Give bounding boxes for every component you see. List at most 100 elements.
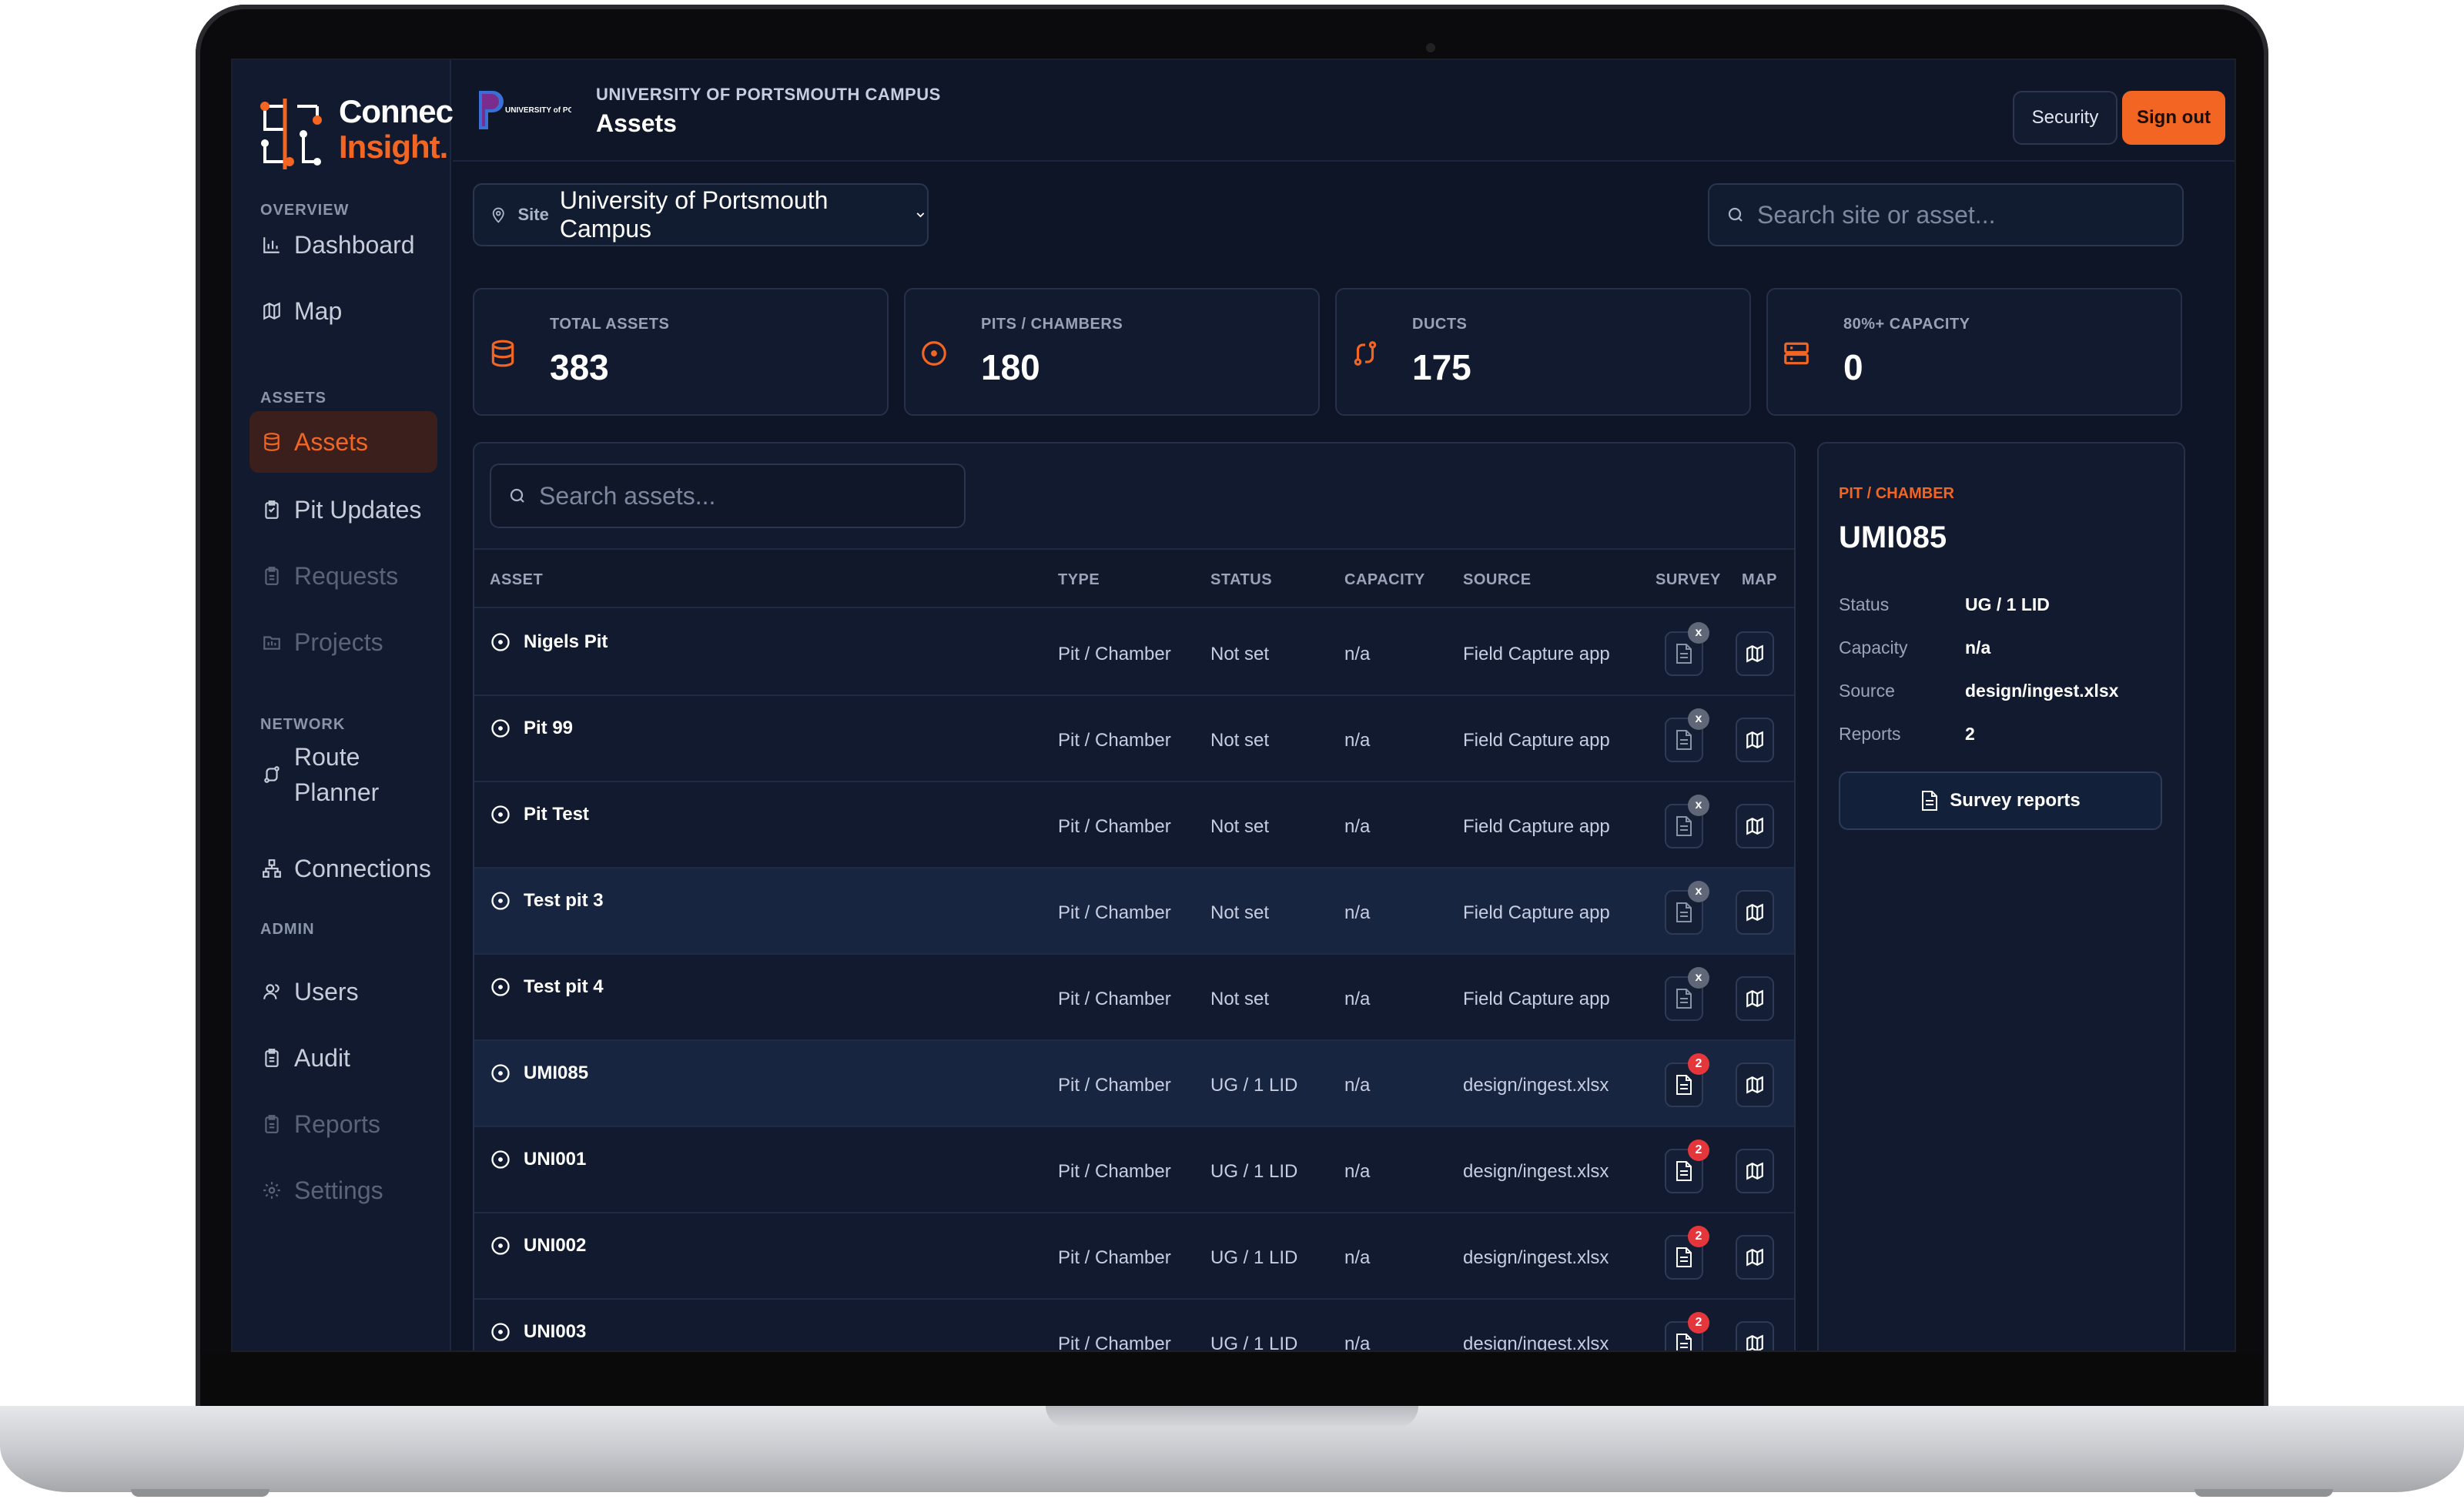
table-row[interactable]: Test pit 4 Pit / Chamber Not set n/a Field C…	[474, 955, 1794, 1041]
sidebar-item-connections[interactable]: Connections	[249, 838, 437, 899]
detail-title: UMI085	[1839, 520, 1947, 554]
table-row[interactable]: UNI002 Pit / Chamber UG / 1 LID n/a design/i…	[474, 1213, 1794, 1300]
sidebar-item-map[interactable]: Map	[249, 280, 437, 342]
cell-capacity: n/a	[1344, 1247, 1371, 1268]
map-button[interactable]	[1736, 631, 1774, 676]
column-header-capacity[interactable]: CAPACITY	[1344, 571, 1425, 589]
brand-logo[interactable]: Connect Insight.	[259, 83, 464, 176]
survey-button[interactable]: x	[1665, 967, 1709, 1021]
cell-asset: UNI002	[490, 1235, 586, 1257]
sidebar-item-projects[interactable]: Projects	[249, 611, 437, 673]
laptop-foot-right	[2194, 1489, 2333, 1497]
cell-asset: Nigels Pit	[490, 631, 608, 653]
stat-value: 175	[1412, 347, 1471, 387]
map-button[interactable]	[1736, 1321, 1774, 1350]
table-row[interactable]: UNI003 Pit / Chamber UG / 1 LID n/a design/i…	[474, 1300, 1794, 1352]
sidebar: Connect Insight. OVERVIEW Dashboard Map …	[233, 60, 464, 1350]
map-icon	[1746, 644, 1763, 663]
map-button[interactable]	[1736, 1063, 1774, 1107]
gear-icon	[263, 1182, 280, 1199]
survey-button[interactable]: x	[1665, 795, 1709, 848]
target-icon	[491, 1150, 510, 1169]
sidebar-item-assets[interactable]: Assets	[249, 411, 437, 473]
table-header: ASSET TYPE STATUS CAPACITY SOURCE SURVEY…	[474, 548, 1794, 608]
security-button[interactable]: Security	[2013, 91, 2118, 145]
survey-button[interactable]: x	[1665, 708, 1709, 762]
nav-section-assets: ASSETS	[260, 390, 327, 407]
stat-card-total-assets: TOTAL ASSETS 383	[473, 288, 889, 416]
site-search-input[interactable]	[1757, 200, 2158, 229]
laptop-notch	[1046, 1406, 1418, 1427]
survey-button[interactable]: 2	[1665, 1226, 1709, 1280]
sidebar-item-pit-updates[interactable]: Pit Updates	[249, 479, 437, 540]
cell-source: Field Capture app	[1463, 644, 1610, 664]
survey-reports-button[interactable]: Survey reports	[1839, 771, 2162, 830]
table-row[interactable]: UNI001 Pit / Chamber UG / 1 LID n/a design/i…	[474, 1127, 1794, 1213]
map-button[interactable]	[1736, 804, 1774, 848]
table-row[interactable]: Test pit 3 Pit / Chamber Not set n/a Field C…	[474, 868, 1794, 955]
map-button[interactable]	[1736, 1235, 1774, 1280]
cell-asset: UMI085	[490, 1063, 588, 1084]
cell-capacity: n/a	[1344, 989, 1371, 1009]
sidebar-item-dashboard[interactable]: Dashboard	[249, 214, 437, 276]
target-icon	[491, 892, 510, 910]
survey-count-badge: 2	[1688, 1226, 1709, 1247]
survey-count-badge: x	[1688, 622, 1709, 644]
column-header-map[interactable]: MAP	[1742, 571, 1777, 589]
column-header-survey[interactable]: SURVEY	[1656, 571, 1721, 589]
cell-status: UG / 1 LID	[1210, 1334, 1298, 1352]
table-row[interactable]: Pit 99 Pit / Chamber Not set n/a Field Captu…	[474, 696, 1794, 782]
cell-status: UG / 1 LID	[1210, 1247, 1298, 1268]
network-icon	[263, 859, 281, 878]
sidebar-item-reports[interactable]: Reports	[249, 1093, 437, 1155]
brand-line2: Insight.	[339, 129, 448, 165]
map-button[interactable]	[1736, 718, 1774, 762]
detail-key: Capacity	[1839, 638, 1908, 658]
clipboard-icon	[265, 500, 279, 519]
sidebar-item-label: Connections	[294, 854, 431, 882]
map-button[interactable]	[1736, 976, 1774, 1021]
column-header-source[interactable]: SOURCE	[1463, 571, 1532, 589]
asset-name: Nigels Pit	[524, 631, 608, 652]
site-search[interactable]	[1708, 183, 2184, 246]
column-header-type[interactable]: TYPE	[1058, 571, 1100, 589]
map-button[interactable]	[1736, 1149, 1774, 1193]
document-icon	[1676, 730, 1692, 750]
sign-out-button[interactable]: Sign out	[2122, 91, 2225, 145]
survey-count-badge: 2	[1688, 1053, 1709, 1075]
asset-name: UNI001	[524, 1149, 587, 1170]
asset-search-input[interactable]	[539, 481, 939, 510]
column-header-status[interactable]: STATUS	[1210, 571, 1272, 589]
survey-button[interactable]: x	[1665, 622, 1709, 676]
cell-type: Pit / Chamber	[1058, 1075, 1171, 1096]
table-row[interactable]: Pit Test Pit / Chamber Not set n/a Field Cap…	[474, 782, 1794, 868]
survey-button[interactable]: x	[1665, 881, 1709, 935]
cell-source: design/ingest.xlsx	[1463, 1075, 1609, 1096]
map-button[interactable]	[1736, 890, 1774, 935]
database-icon	[264, 433, 280, 451]
sidebar-item-users[interactable]: Users	[249, 961, 437, 1022]
survey-button[interactable]: 2	[1665, 1140, 1709, 1193]
survey-button[interactable]: 2	[1665, 1312, 1709, 1350]
site-label: Site	[517, 205, 549, 224]
sidebar-item-settings[interactable]: Settings	[249, 1160, 437, 1221]
route-label-line1: Route	[294, 743, 360, 771]
asset-search[interactable]	[490, 464, 966, 528]
route-icon	[1354, 341, 1377, 366]
survey-button[interactable]: 2	[1665, 1053, 1709, 1107]
detail-value: 2	[1965, 724, 1975, 744]
cell-status: UG / 1 LID	[1210, 1161, 1298, 1182]
sidebar-item-requests[interactable]: Requests	[249, 545, 437, 607]
stat-card-capacity: 80%+ CAPACITY 0	[1766, 288, 2182, 416]
sidebar-item-audit[interactable]: Audit	[249, 1027, 437, 1089]
table-row[interactable]: UMI085 Pit / Chamber UG / 1 LID n/a design/i…	[474, 1041, 1794, 1127]
site-select[interactable]: Site University of Portsmouth Campus	[473, 183, 929, 246]
cell-type: Pit / Chamber	[1058, 816, 1171, 837]
target-icon	[491, 1237, 510, 1255]
table-row[interactable]: Nigels Pit Pit / Chamber Not set n/a Field C…	[474, 610, 1794, 696]
cell-asset: UNI003	[490, 1321, 586, 1343]
asset-name: Test pit 3	[524, 890, 604, 911]
sidebar-item-route-planner[interactable]: Route Planner	[249, 738, 437, 812]
cell-status: Not set	[1210, 989, 1270, 1009]
column-header-asset[interactable]: ASSET	[490, 571, 543, 589]
